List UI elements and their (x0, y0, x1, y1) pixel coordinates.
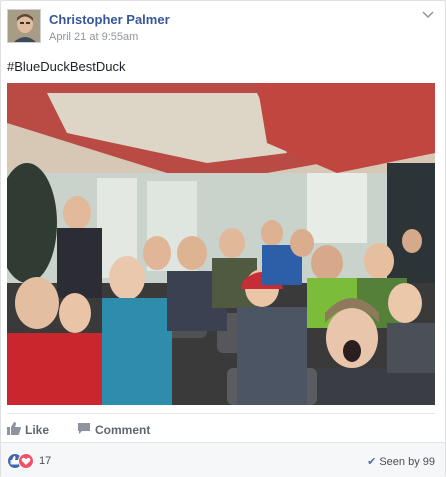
comment-button[interactable]: Comment (77, 422, 150, 438)
avatar[interactable] (7, 9, 41, 43)
post-actions-bar: Like Comment (7, 413, 435, 441)
post-text: #BlueDuckBestDuck (7, 59, 126, 74)
author-name-link[interactable]: Christopher Palmer (49, 12, 170, 27)
seen-by-label: Seen by 99 (379, 456, 435, 468)
like-button[interactable]: Like (7, 422, 49, 438)
reaction-count[interactable]: 17 (39, 455, 51, 467)
chevron-down-icon[interactable] (419, 11, 437, 25)
post-footer: 17 ✔ Seen by 99 (1, 442, 445, 477)
thumbs-up-icon (7, 422, 21, 438)
post-timestamp[interactable]: April 21 at 9:55am (49, 31, 138, 43)
like-label: Like (25, 423, 50, 437)
post-card: Christopher Palmer April 21 at 9:55am #B… (0, 0, 446, 477)
post-header: Christopher Palmer April 21 at 9:55am (7, 9, 434, 49)
seen-by-indicator[interactable]: ✔ Seen by 99 (367, 455, 435, 468)
love-reaction-icon (18, 453, 34, 469)
comment-label: Comment (95, 423, 151, 437)
checkmark-icon: ✔ (367, 456, 377, 468)
post-photo[interactable] (7, 83, 435, 405)
comment-bubble-icon (77, 422, 91, 438)
